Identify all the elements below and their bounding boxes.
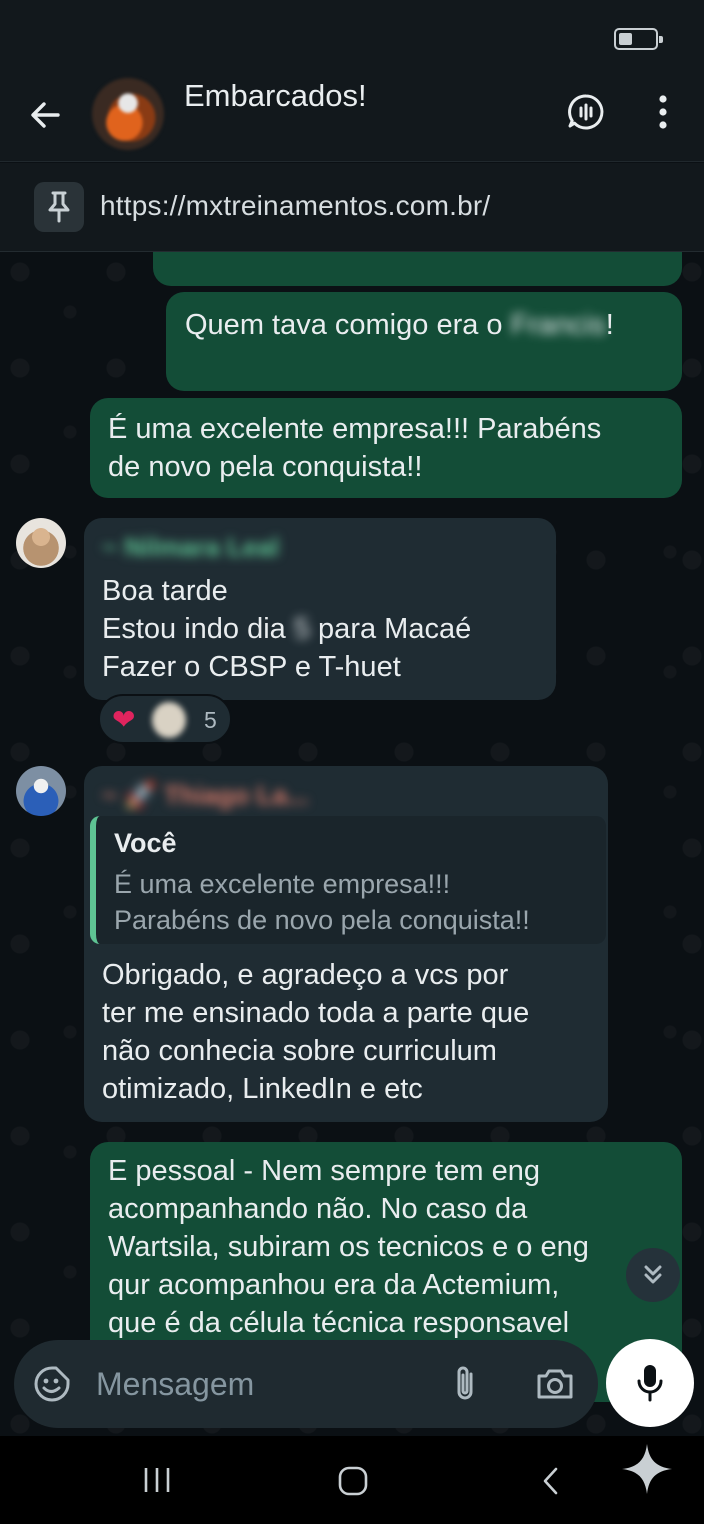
scroll-to-bottom-button[interactable] [626,1248,680,1302]
more-vertical-icon[interactable] [650,92,676,132]
paperclip-icon[interactable] [450,1364,480,1404]
group-avatar[interactable] [92,78,164,150]
quoted-text: É uma excelente empresa!!! Parabéns de n… [114,869,530,935]
quoted-sender: Você [114,828,177,858]
message-input[interactable]: Mensagem [96,1366,254,1403]
recents-icon[interactable] [140,1464,174,1496]
status-bar [0,0,704,70]
chevron-double-down-icon [644,1265,662,1284]
message-bubble-partial[interactable] [153,252,682,286]
message-reactions[interactable]: ❤ 5 [98,694,232,744]
message-text: Obrigado, e agradeço a vcs por ter me en… [102,959,530,1105]
sender-avatar[interactable] [16,766,66,816]
arrow-left-icon[interactable] [22,92,68,138]
chat-header: Embarcados! [0,70,704,162]
pinned-text[interactable]: https://mxtreinamentos.com.br/ [100,190,490,222]
sender-name[interactable]: ~ 🚀 Thiago La... [102,780,308,811]
message-text: E pessoal - Nem sempre tem eng acompanha… [108,1155,589,1339]
pinned-message-bar[interactable]: https://mxtreinamentos.com.br/ [0,163,704,252]
message-bubble-outgoing[interactable]: É uma excelente empresa!!! Parabéns de n… [90,398,682,498]
chat-title[interactable]: Embarcados! [184,78,367,114]
sticker-icon[interactable] [32,1364,72,1404]
message-text: Boa tarde Estou indo dia 5 para Macaé Fa… [102,575,472,683]
voice-chat-icon[interactable] [566,92,606,132]
microphone-icon [637,1365,663,1402]
reaction-count: 5 [204,707,217,733]
battery-icon [614,28,663,50]
camera-icon[interactable] [534,1366,576,1402]
message-text: É uma excelente empresa!!! Parabéns de n… [108,413,602,483]
sparkle-icon[interactable] [620,1442,674,1496]
redacted-name: Francis [510,309,606,341]
redacted-reaction-icon [152,702,186,738]
message-composer[interactable]: Mensagem [14,1340,598,1428]
message-bubble-incoming[interactable]: ~ Nilmara Leal Boa tarde Estou indo dia … [84,518,556,700]
home-icon[interactable] [336,1464,370,1498]
microphone-button[interactable] [606,1339,694,1427]
sender-name[interactable]: ~ Nilmara Leal [102,532,279,563]
sender-avatar[interactable] [16,518,66,568]
chat-area[interactable]: Quem tava comigo era o Francis! É uma ex… [0,252,704,1440]
message-bubble-outgoing[interactable]: Quem tava comigo era o Francis! [166,292,682,391]
quoted-message[interactable]: Você É uma excelente empresa!!! Parabéns… [90,816,606,944]
system-nav-bar [0,1436,704,1524]
nav-back-icon[interactable] [536,1464,566,1498]
heart-reaction-icon: ❤ [112,704,136,735]
redacted-date: 5 [293,613,310,645]
message-text: Quem tava comigo era o Francis! [185,309,614,341]
pin-icon [34,182,84,232]
